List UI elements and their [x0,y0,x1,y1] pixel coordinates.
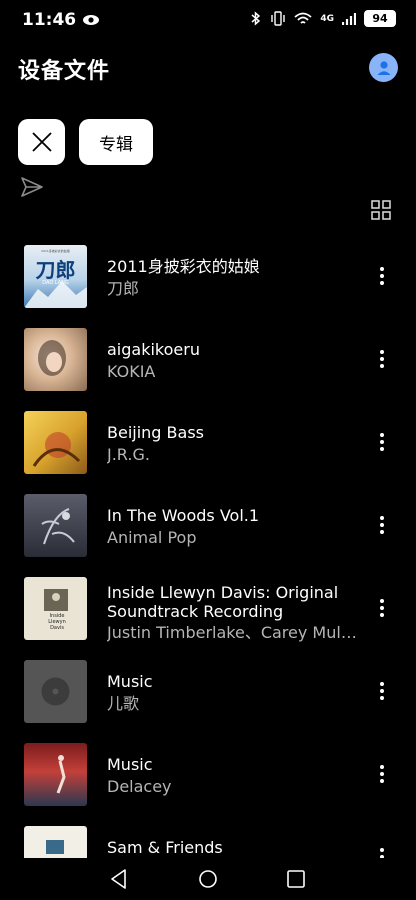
more-vert-icon[interactable] [372,598,392,618]
album-artist: 刀郎 [107,279,140,298]
list-item[interactable]: Beijing Bass J.R.G. [0,406,416,489]
album-cover [24,826,87,858]
list-item[interactable]: In The Woods Vol.1 Animal Pop [0,489,416,572]
default-disc-icon [41,677,70,706]
album-title: In The Woods Vol.1 [107,506,260,525]
album-list[interactable]: 2011身披彩衣的姑娘 刀郎 DAO LANG 2011身披彩衣的姑娘 刀郎 a… [0,240,416,858]
album-artist: Justin Timberlake、Carey Mulligan [107,623,357,642]
status-icons: 4G 94 [250,10,396,27]
more-vert-icon[interactable] [372,349,392,369]
battery-indicator: 94 [364,10,396,27]
cover-photo-art [44,589,68,611]
album-filter-chip[interactable]: 专辑 [79,119,153,165]
album-cover: 2011身披彩衣的姑娘 刀郎 DAO LANG [24,245,87,308]
list-item[interactable]: Inside Llewyn Davis Inside Llewyn Davis:… [0,572,416,655]
album-cover [24,494,87,557]
more-vert-icon[interactable] [372,515,392,535]
album-artist: Animal Pop [107,528,197,547]
cover-illustration-art [32,432,81,467]
status-time-group: 11:46 [22,10,100,30]
album-title: Beijing Bass [107,423,204,442]
album-cover [24,411,87,474]
home-circle-icon[interactable] [196,867,220,891]
cover-mountains [24,281,87,308]
album-title: Music [107,672,153,691]
send-icon[interactable] [20,176,44,198]
more-vert-icon[interactable] [372,681,392,701]
status-time: 11:46 [22,10,77,30]
vibrate-icon [271,11,286,26]
album-artist: J.R.G. [107,445,150,464]
account-avatar[interactable] [369,53,398,82]
recents-square-icon[interactable] [284,867,308,891]
close-icon [31,132,52,152]
clear-filter-button[interactable] [18,119,65,165]
wifi-icon [294,12,312,24]
back-triangle-icon[interactable] [107,867,131,891]
page-title: 设备文件 [18,59,111,84]
album-cover [24,743,87,806]
system-nav-bar [0,858,416,900]
album-title: Inside Llewyn Davis: Original Soundtrack… [107,583,339,621]
album-cover [24,328,87,391]
person-icon [377,60,390,75]
more-vert-icon[interactable] [372,764,392,784]
cover-portrait-art [38,340,66,376]
signal-icon [342,13,356,25]
more-vert-icon[interactable] [372,266,392,286]
list-item[interactable]: Sam & Friends [0,821,416,858]
eye-icon [83,15,100,25]
more-vert-icon[interactable] [372,432,392,452]
album-title: aigakikoeru [107,340,200,359]
album-title: Music [107,755,153,774]
list-item[interactable]: aigakikoeru KOKIA [0,323,416,406]
album-cover: Inside Llewyn Davis [24,577,87,640]
list-item[interactable]: Music Delacey [0,738,416,821]
cover-figure-art [41,508,75,545]
album-title: 2011身披彩衣的姑娘 [107,257,260,276]
album-artist: 儿歌 [107,694,140,713]
album-cover [24,660,87,723]
list-item[interactable]: Music 儿歌 [0,655,416,738]
album-title: Sam & Friends [107,838,223,857]
grid-view-icon[interactable] [370,199,392,221]
list-item[interactable]: 2011身披彩衣的姑娘 刀郎 DAO LANG 2011身披彩衣的姑娘 刀郎 [0,240,416,323]
album-artist: Delacey [107,777,172,796]
bluetooth-icon [251,11,261,26]
more-vert-icon[interactable] [372,847,392,858]
cover-portrait-art [46,840,64,854]
album-artist: KOKIA [107,362,156,381]
network-type: 4G [320,13,334,24]
status-bar: 11:46 4G 94 [0,0,416,40]
cover-figure-art [56,755,66,794]
